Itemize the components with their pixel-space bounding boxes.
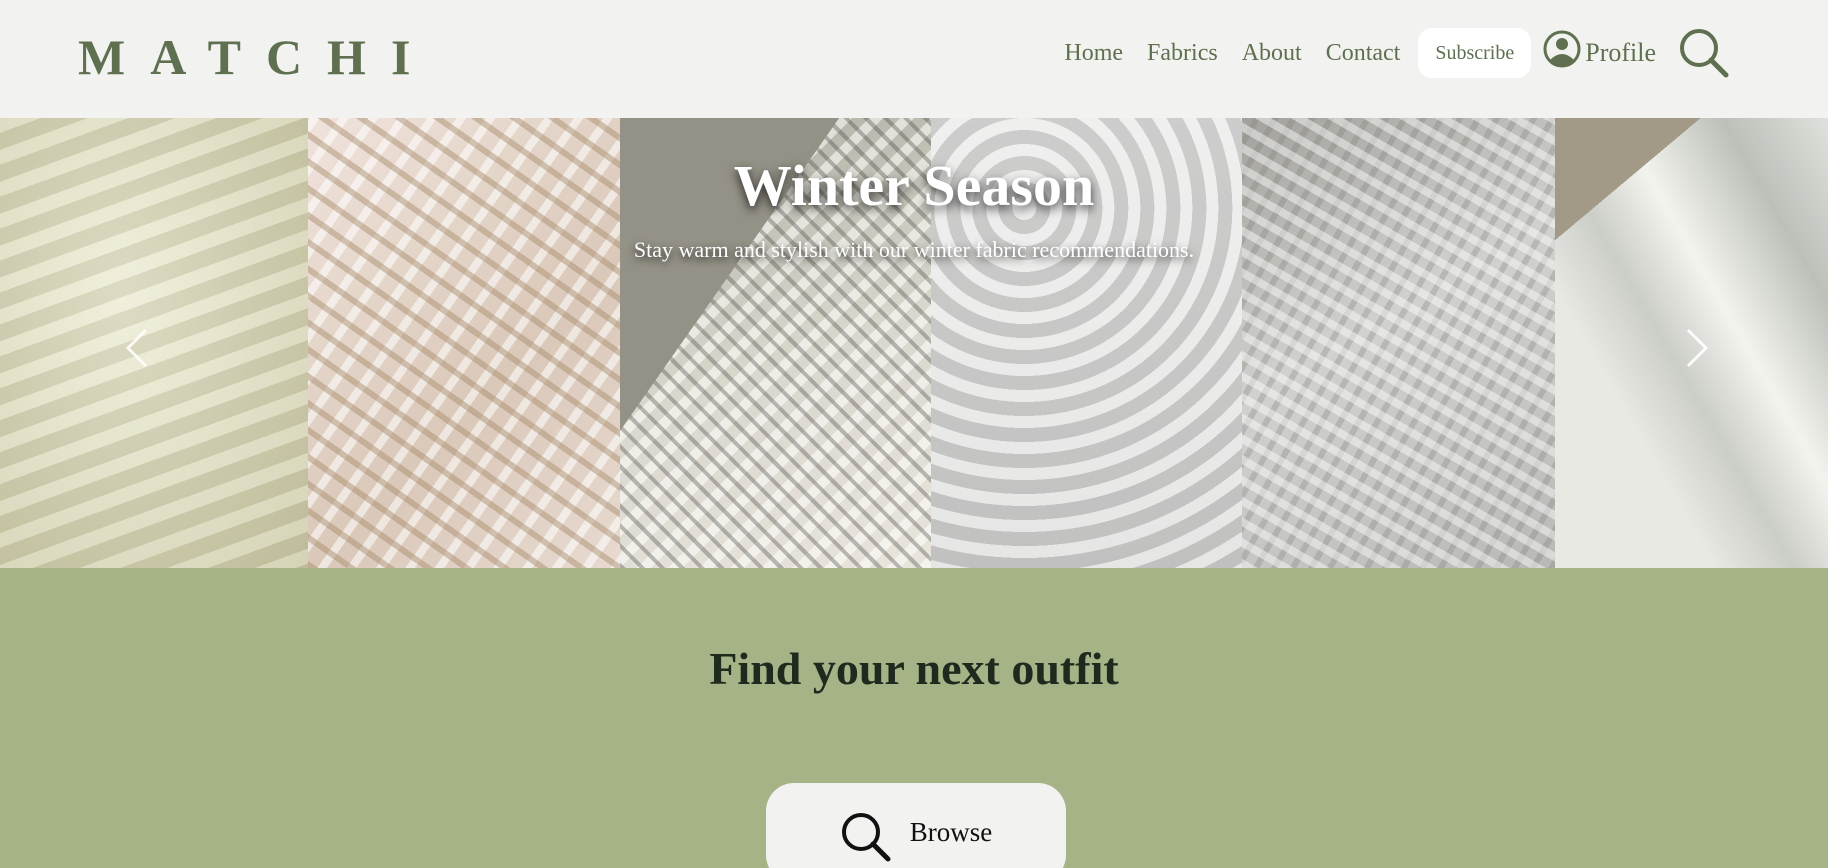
chevron-right-icon[interactable]: [1676, 318, 1716, 378]
hero-carousel: Winter Season Stay warm and stylish with…: [0, 118, 1828, 568]
section-title: Find your next outfit: [709, 643, 1119, 694]
nav-about[interactable]: About: [1242, 40, 1302, 67]
search-icon: [841, 813, 891, 862]
profile-label: Profile: [1585, 38, 1656, 67]
site-header: MATCHI Home Fabrics About Contact Subscr…: [0, 0, 1828, 118]
browse-button[interactable]: Browse: [766, 783, 1066, 868]
hero-title: Winter Season: [733, 153, 1095, 218]
main-nav: Home Fabrics About Contact Subscribe Pro…: [1064, 26, 1730, 80]
logo[interactable]: MATCHI: [78, 28, 435, 86]
nav-contact[interactable]: Contact: [1326, 40, 1401, 67]
profile-link[interactable]: Profile: [1543, 30, 1656, 68]
search-icon[interactable]: [1678, 27, 1730, 79]
user-circle-icon: [1543, 30, 1581, 68]
hero-subtitle: Stay warm and stylish with our winter fa…: [633, 237, 1195, 262]
nav-fabrics[interactable]: Fabrics: [1147, 40, 1218, 67]
chevron-left-icon[interactable]: [118, 318, 158, 378]
subscribe-button[interactable]: Subscribe: [1418, 28, 1532, 78]
browse-label: Browse: [909, 817, 993, 847]
nav-home[interactable]: Home: [1064, 40, 1123, 67]
